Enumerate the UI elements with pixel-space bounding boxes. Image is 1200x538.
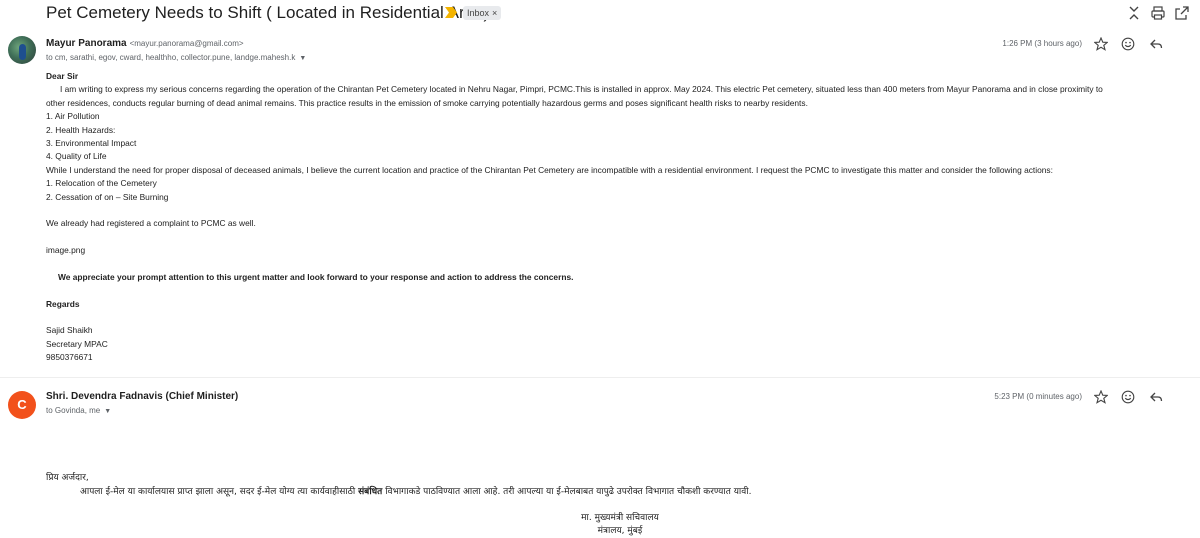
emoji-icon[interactable]: [1121, 390, 1135, 404]
print-icon[interactable]: [1150, 5, 1166, 21]
image-alt-text: image.png: [46, 245, 86, 256]
sender-avatar-letter[interactable]: C: [8, 391, 36, 419]
important-marker-icon[interactable]: [445, 7, 457, 18]
sender-name: Mayur Panorama: [46, 38, 127, 49]
signature-name: Sajid Shaikh: [46, 325, 93, 336]
emoji-icon[interactable]: [1121, 37, 1135, 51]
image-placeholder[interactable]: image.png: [46, 244, 1103, 257]
paragraph-line: other residences, conducts regular burni…: [46, 97, 808, 108]
message1-recipients[interactable]: to cm, sarathi, egov, cward, healthho, c…: [46, 53, 306, 62]
message2-recipients[interactable]: to Govinda, me ▼: [46, 406, 111, 415]
action-item: 2. Cessation of on – Site Burning: [46, 191, 169, 202]
reply-body-part: विभागाकडे पाठविण्यात आला आहे. तरी आपल्या…: [382, 487, 752, 497]
message2-sender[interactable]: Shri. Devendra Fadnavis (Chief Minister): [46, 391, 238, 402]
paragraph-line: I am writing to express my serious conce…: [60, 84, 1103, 95]
appreciation-line: We appreciate your prompt attention to t…: [58, 271, 574, 282]
action-item: 1. Relocation of the Cemetery: [46, 178, 157, 189]
concern-item: 1. Air Pollution: [46, 111, 100, 122]
signature-title: Secretary MPAC: [46, 338, 108, 349]
message1-sender[interactable]: Mayur Panorama <mayur.panorama@gmail.com>: [46, 38, 244, 49]
subject-bar: Pet Cemetery Needs to Shift ( Located in…: [0, 0, 1200, 28]
greeting: Dear Sir: [46, 71, 79, 81]
signature-phone: 9850376671: [46, 352, 93, 363]
reply-salutation: प्रिय अर्जदार,: [46, 473, 89, 483]
message2-time: 5:23 PM (0 minutes ago): [994, 392, 1082, 401]
message1-time: 1:26 PM (3 hours ago): [1002, 39, 1082, 48]
concern-item: 2. Health Hazards:: [46, 124, 116, 135]
open-in-new-icon[interactable]: [1174, 5, 1190, 21]
reply-body-part: आपला ई-मेल या कार्यालयास प्राप्त झाला अस…: [80, 487, 359, 497]
sender-avatar[interactable]: [8, 36, 36, 64]
collapse-icon[interactable]: [1126, 5, 1142, 21]
reply-icon[interactable]: [1149, 390, 1163, 404]
reply-signature-line2: मंत्रालय, मुंबई: [597, 526, 643, 536]
chevron-down-icon[interactable]: ▼: [299, 55, 306, 62]
regards-line: Regards: [46, 298, 80, 309]
complaint-line: We already had registered a complaint to…: [46, 218, 256, 229]
inbox-label-text: Inbox: [467, 8, 490, 18]
concern-item: 3. Environmental Impact: [46, 137, 137, 148]
inbox-label-chip[interactable]: Inbox ×: [463, 6, 502, 20]
email-subject: Pet Cemetery Needs to Shift ( Located in…: [46, 3, 490, 22]
remove-label-icon[interactable]: ×: [492, 8, 497, 18]
reply-signature-line1: मा. मुख्यमंत्री सचिवालय: [581, 513, 659, 523]
recipients-text: to Govinda, me: [46, 406, 101, 415]
chevron-down-icon[interactable]: ▼: [104, 408, 111, 415]
reply-body-bold: संबंधित: [358, 487, 383, 497]
message1-body: Dear Sir I am writing to express my seri…: [46, 70, 1103, 365]
reply-body: आपला ई-मेल या कार्यालयास प्राप्त झाला अस…: [80, 484, 751, 497]
paragraph-line: While I understand the need for proper d…: [46, 164, 1053, 175]
sender-email: <mayur.panorama@gmail.com>: [129, 39, 244, 48]
star-icon[interactable]: [1094, 390, 1108, 404]
recipients-text: to cm, sarathi, egov, cward, healthho, c…: [46, 53, 296, 62]
message-divider: [0, 377, 1200, 378]
concern-item: 4. Quality of Life: [46, 151, 107, 162]
reply-icon[interactable]: [1149, 37, 1163, 51]
star-icon[interactable]: [1094, 37, 1108, 51]
